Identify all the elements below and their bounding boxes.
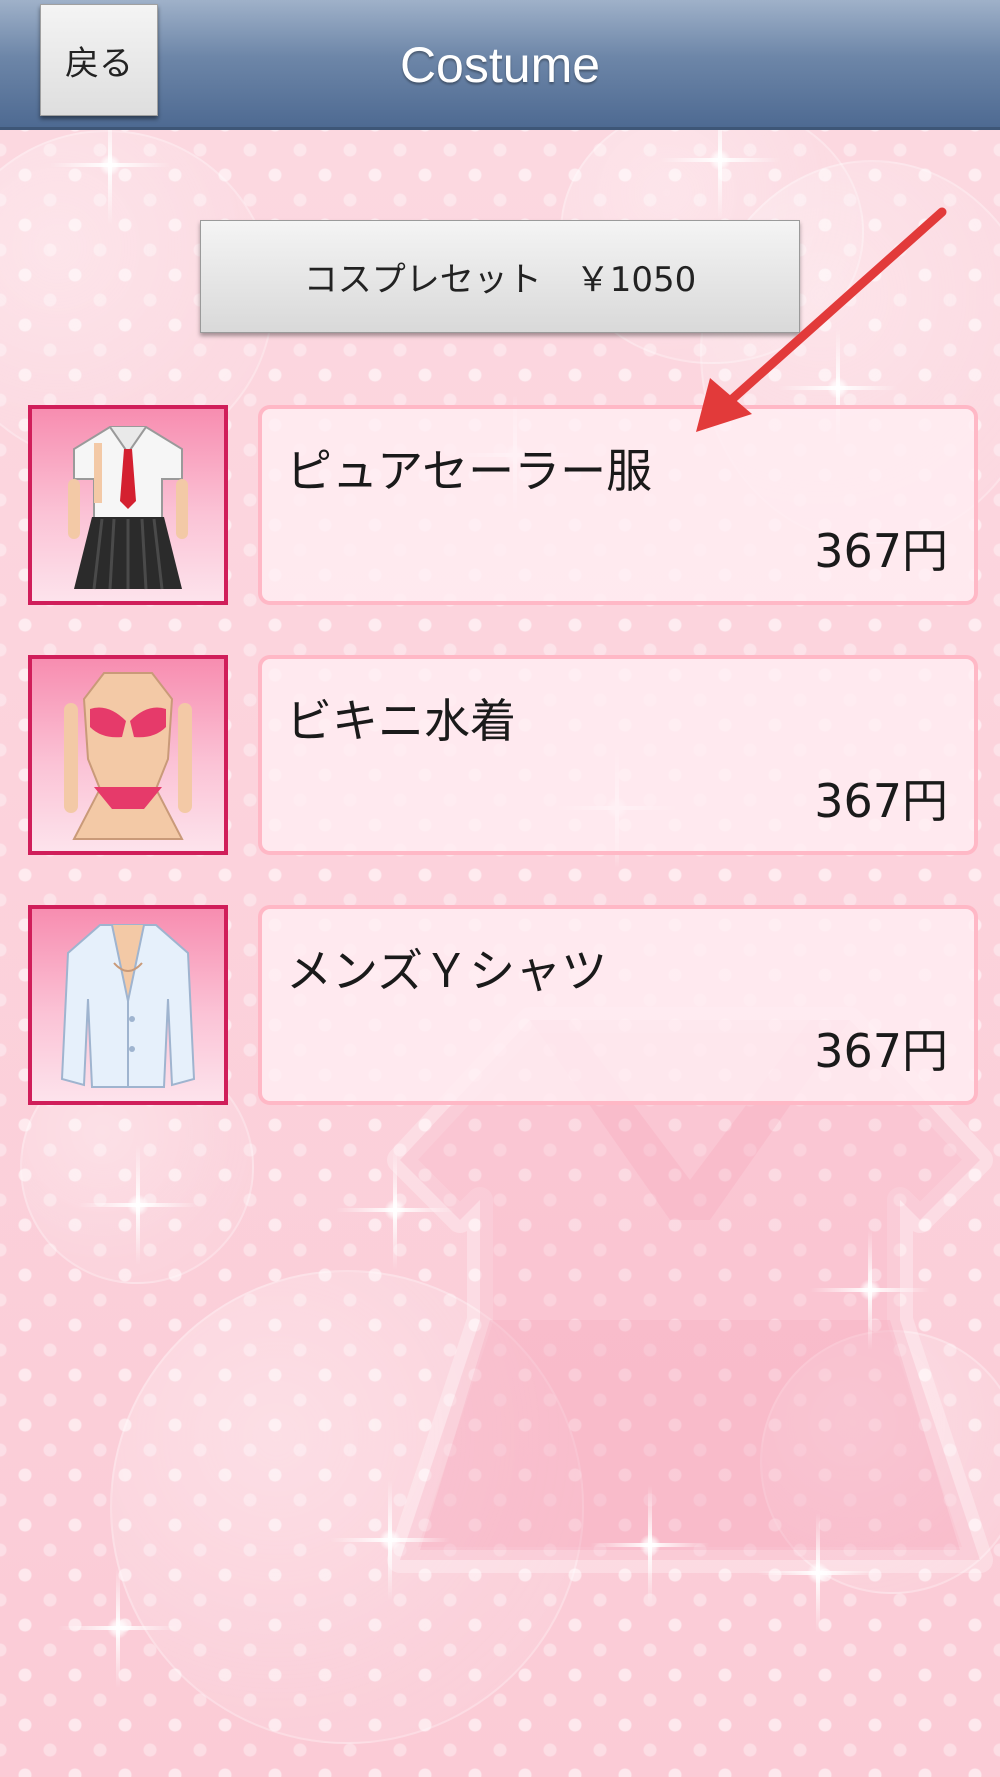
mens-shirt-icon[interactable] <box>28 905 228 1105</box>
costume-price: 367円 <box>814 524 948 578</box>
costume-card-sailor[interactable]: ピュアセーラー服 367円 <box>258 405 978 605</box>
costume-row-sailor: ピュアセーラー服 367円 <box>28 405 978 605</box>
sparkle <box>78 1145 198 1265</box>
header-bar: Costume 戻る <box>0 0 1000 130</box>
sparkle <box>330 1480 450 1600</box>
costume-name: ビキニ水着 <box>286 694 516 748</box>
costume-row-shirt: メンズＹシャツ 367円 <box>28 905 978 1105</box>
back-button[interactable]: 戻る <box>40 4 158 116</box>
sparkle <box>58 1568 178 1688</box>
cosplay-set-button[interactable]: コスプレセット ￥1050 <box>200 220 800 333</box>
costume-name: メンズＹシャツ <box>286 944 608 998</box>
costume-card-bikini[interactable]: ビキニ水着 367円 <box>258 655 978 855</box>
costume-price: 367円 <box>814 1024 948 1078</box>
costume-card-shirt[interactable]: メンズＹシャツ 367円 <box>258 905 978 1105</box>
costume-name: ピュアセーラー服 <box>286 444 653 498</box>
costume-screen: Costume 戻る コスプレセット ￥1050 ピュアセーラー服 367円 ビ… <box>0 0 1000 1777</box>
bikini-icon[interactable] <box>28 655 228 855</box>
sailor-uniform-icon[interactable] <box>28 405 228 605</box>
sparkle <box>758 1513 878 1633</box>
sparkle <box>810 1230 930 1350</box>
costume-price: 367円 <box>814 774 948 828</box>
sparkle <box>335 1150 455 1270</box>
sparkle <box>590 1485 710 1605</box>
costume-row-bikini: ビキニ水着 367円 <box>28 655 978 855</box>
